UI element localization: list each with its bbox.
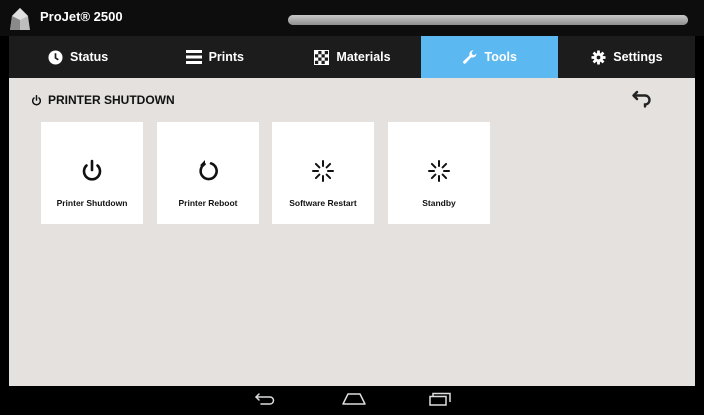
- standby-tile[interactable]: Standby: [388, 122, 490, 224]
- tile-label: Software Restart: [289, 198, 357, 208]
- reboot-icon: [196, 150, 220, 192]
- spinner-icon: [311, 150, 335, 192]
- list-icon: [185, 49, 202, 65]
- back-icon: [254, 392, 278, 411]
- progress-bar: [288, 15, 688, 25]
- gear-icon: [590, 49, 606, 65]
- printer-reboot-tile[interactable]: Printer Reboot: [157, 122, 259, 224]
- power-icon: [80, 150, 104, 192]
- tab-bar: Status Prints Materials Tools Settings: [9, 36, 695, 78]
- printer-shutdown-tile[interactable]: Printer Shutdown: [41, 122, 143, 224]
- app-title: ProJet® 2500: [40, 9, 123, 24]
- tab-prints[interactable]: Prints: [146, 36, 283, 78]
- tile-label: Printer Shutdown: [56, 198, 128, 208]
- clock-icon: [47, 49, 63, 65]
- tab-materials[interactable]: Materials: [283, 36, 420, 78]
- spinner-icon: [427, 150, 451, 192]
- back-arrow-icon: [632, 90, 652, 113]
- back-button[interactable]: [628, 88, 656, 114]
- tile-label: Printer Reboot: [178, 198, 238, 208]
- page-title: PRINTER SHUTDOWN: [31, 93, 175, 107]
- checkerboard-icon: [313, 49, 329, 65]
- tab-label: Tools: [484, 50, 517, 64]
- tab-label: Status: [70, 50, 109, 64]
- progress-fill: [288, 15, 688, 25]
- recent-apps-icon: [428, 392, 452, 411]
- power-icon: [31, 94, 42, 106]
- home-icon: [341, 392, 367, 411]
- tab-status[interactable]: Status: [9, 36, 146, 78]
- tab-label: Materials: [336, 50, 391, 64]
- tile-label: Standby: [422, 198, 456, 208]
- tab-tools[interactable]: Tools: [420, 36, 558, 78]
- nav-back-button[interactable]: [252, 392, 280, 410]
- android-nav-bar: [0, 386, 704, 415]
- title-bar: ProJet® 2500: [0, 0, 704, 36]
- tab-settings[interactable]: Settings: [558, 36, 695, 78]
- nav-home-button[interactable]: [340, 392, 368, 410]
- wrench-icon: [462, 49, 478, 65]
- projet-logo-icon: [10, 8, 30, 30]
- nav-recent-apps-button[interactable]: [426, 392, 454, 410]
- page-title-text: PRINTER SHUTDOWN: [48, 93, 175, 107]
- tab-label: Prints: [208, 50, 245, 64]
- tab-label: Settings: [613, 50, 663, 64]
- software-restart-tile[interactable]: Software Restart: [272, 122, 374, 224]
